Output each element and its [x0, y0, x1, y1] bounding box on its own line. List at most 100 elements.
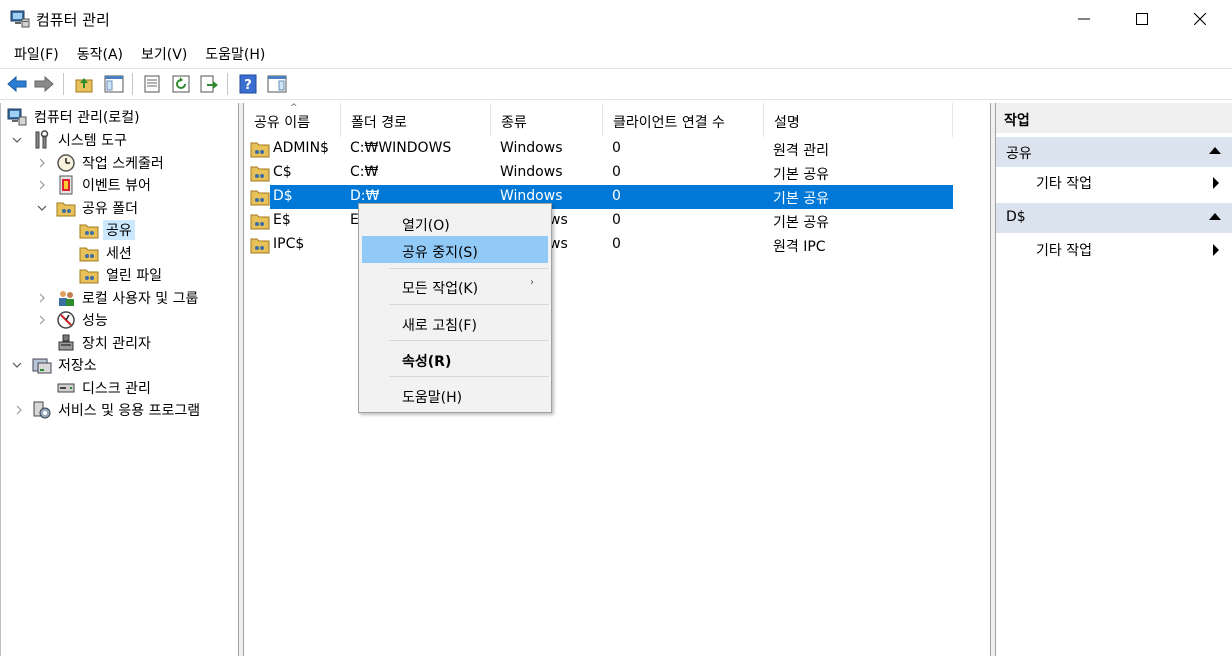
users-icon: [59, 291, 74, 306]
chevron-right-icon[interactable]: [36, 314, 48, 326]
properties-icon: [144, 75, 160, 93]
chevron-right-icon[interactable]: [13, 404, 25, 416]
chevron-down-icon[interactable]: [36, 202, 48, 214]
tree-item-open-files[interactable]: 열린 파일: [1, 264, 237, 286]
maximize-button[interactable]: [1113, 0, 1171, 38]
menu-view[interactable]: 보기(V): [133, 38, 195, 67]
tree-item-task-scheduler[interactable]: 작업 스케줄러: [1, 152, 237, 174]
tree-item-computer-management[interactable]: 컴퓨터 관리(로컬): [1, 106, 237, 128]
context-item-help[interactable]: 도움말(H): [362, 381, 548, 408]
title-bar: 컴퓨터 관리: [0, 0, 1232, 38]
tree-item-storage[interactable]: 저장소: [1, 354, 237, 376]
tree-item-disk-management[interactable]: 디스크 관리: [1, 377, 237, 399]
context-item-open[interactable]: 열기(O): [362, 209, 548, 236]
close-button[interactable]: [1171, 0, 1229, 38]
up-one-level-button[interactable]: [72, 72, 96, 96]
cell-description: 기본 공유: [773, 167, 829, 183]
shared-folder-icon: [79, 247, 99, 262]
action-more-actions[interactable]: 기타 작업: [996, 167, 1232, 197]
toolbar: ?: [0, 68, 1232, 100]
tree-item-services-applications[interactable]: 서비스 및 응용 프로그램: [1, 399, 237, 421]
properties-button[interactable]: [140, 72, 164, 96]
clock-icon: [57, 154, 75, 172]
action-more-actions[interactable]: 기타 작업: [996, 234, 1232, 264]
shared-folder-icon: [250, 166, 270, 182]
context-item-label: 모든 작업(K): [402, 281, 479, 297]
show-hide-console-tree-button[interactable]: [102, 72, 126, 96]
forward-button[interactable]: [32, 72, 56, 96]
context-item-refresh[interactable]: 새로 고침(F): [362, 309, 548, 336]
cell-description: 기본 공유: [773, 191, 829, 207]
performance-icon: [57, 311, 75, 329]
menu-file[interactable]: 파일(F): [6, 38, 67, 67]
chevron-down-icon[interactable]: [11, 134, 23, 146]
shares-list-pane: ^ 공유 이름 폴더 경로 종류 클라이언트 연결 수 설명 ADMIN$ C:…: [243, 103, 991, 656]
tree-label: 시스템 도구: [58, 133, 127, 149]
tree-label: 서비스 및 응용 프로그램: [58, 403, 201, 419]
menu-help[interactable]: 도움말(H): [197, 38, 273, 67]
context-item-properties[interactable]: 속성(R): [362, 345, 548, 372]
collapse-up-icon[interactable]: [1209, 147, 1221, 154]
refresh-button[interactable]: [169, 72, 193, 96]
tree-label: 열린 파일: [106, 268, 162, 284]
disk-icon: [57, 383, 75, 393]
tree-item-local-users-groups[interactable]: 로컬 사용자 및 그룹: [1, 287, 237, 309]
chevron-right-icon[interactable]: [36, 179, 48, 191]
cell-description: 원격 관리: [773, 143, 829, 159]
shared-folder-icon: [79, 269, 99, 284]
table-row[interactable]: ADMIN$ C:₩WINDOWS Windows 0 원격 관리: [244, 137, 953, 161]
action-group-label: 공유: [1006, 146, 1032, 162]
column-header-description[interactable]: 설명: [764, 103, 953, 137]
chevron-right-icon[interactable]: [36, 292, 48, 304]
action-group-selected-share[interactable]: D$: [996, 203, 1232, 233]
action-group-label: D$: [1006, 209, 1026, 225]
chevron-right-icon[interactable]: [36, 157, 48, 169]
export-list-button[interactable]: [197, 72, 221, 96]
maximize-icon: [1136, 13, 1148, 25]
minimize-button[interactable]: [1055, 0, 1113, 38]
console-tree-icon: [104, 75, 124, 93]
collapse-up-icon[interactable]: [1209, 213, 1221, 220]
action-group-shares[interactable]: 공유: [996, 137, 1232, 167]
tree-label: 작업 스케줄러: [82, 156, 164, 172]
minimize-icon: [1078, 18, 1090, 20]
table-row-selected[interactable]: D$ D:₩ Windows 0 기본 공유: [244, 185, 953, 209]
tools-icon: [35, 130, 49, 149]
services-icon: [33, 401, 51, 419]
context-item-all-tasks[interactable]: 모든 작업(K) ›: [362, 272, 548, 299]
toolbar-separator: [227, 73, 228, 95]
tree-item-sessions[interactable]: 세션: [1, 242, 237, 264]
tree-item-system-tools[interactable]: 시스템 도구: [1, 129, 237, 151]
context-item-stop-sharing[interactable]: 공유 중지(S): [362, 236, 548, 263]
chevron-down-icon[interactable]: [11, 359, 23, 371]
tree-item-shared-folders[interactable]: 공유 폴더: [1, 197, 237, 219]
tree-label: 이벤트 뷰어: [82, 178, 151, 194]
menu-separator: [389, 304, 549, 305]
cell-share-name: IPC$: [273, 236, 305, 252]
tree-item-shares[interactable]: 공유: [1, 219, 237, 241]
actions-pane: 작업 공유 기타 작업 D$ 기타 작업: [995, 103, 1232, 656]
column-header-share-name[interactable]: ^ 공유 이름: [244, 103, 341, 137]
submenu-arrow-icon: [1213, 177, 1219, 189]
column-header-folder-path[interactable]: 폴더 경로: [341, 103, 491, 137]
actions-header: 작업: [996, 103, 1232, 133]
tree-label: 세션: [106, 246, 132, 262]
table-row[interactable]: IPC$ ws 0 원격 IPC: [244, 233, 953, 257]
show-hide-action-pane-button[interactable]: [265, 72, 289, 96]
table-row[interactable]: C$ C:₩ Windows 0 기본 공유: [244, 161, 953, 185]
tree-label: 장치 관리자: [82, 336, 151, 352]
cell-type: Windows: [500, 164, 563, 180]
cell-description: 원격 IPC: [773, 239, 826, 255]
cell-folder-path: D:₩: [350, 188, 380, 204]
svg-text:?: ?: [244, 78, 252, 93]
column-header-type[interactable]: 종류: [491, 103, 603, 137]
column-header-client-connections[interactable]: 클라이언트 연결 수: [603, 103, 764, 137]
help-button[interactable]: ?: [236, 72, 260, 96]
tree-item-device-manager[interactable]: 장치 관리자: [1, 332, 237, 354]
table-row[interactable]: E$ E ws 0 기본 공유: [244, 209, 953, 233]
tree-item-performance[interactable]: 성능: [1, 309, 237, 331]
menu-action[interactable]: 동작(A): [69, 38, 131, 67]
tree-item-event-viewer[interactable]: 이벤트 뷰어: [1, 174, 237, 196]
back-button[interactable]: [5, 72, 29, 96]
tree-label: 로컬 사용자 및 그룹: [82, 291, 199, 307]
